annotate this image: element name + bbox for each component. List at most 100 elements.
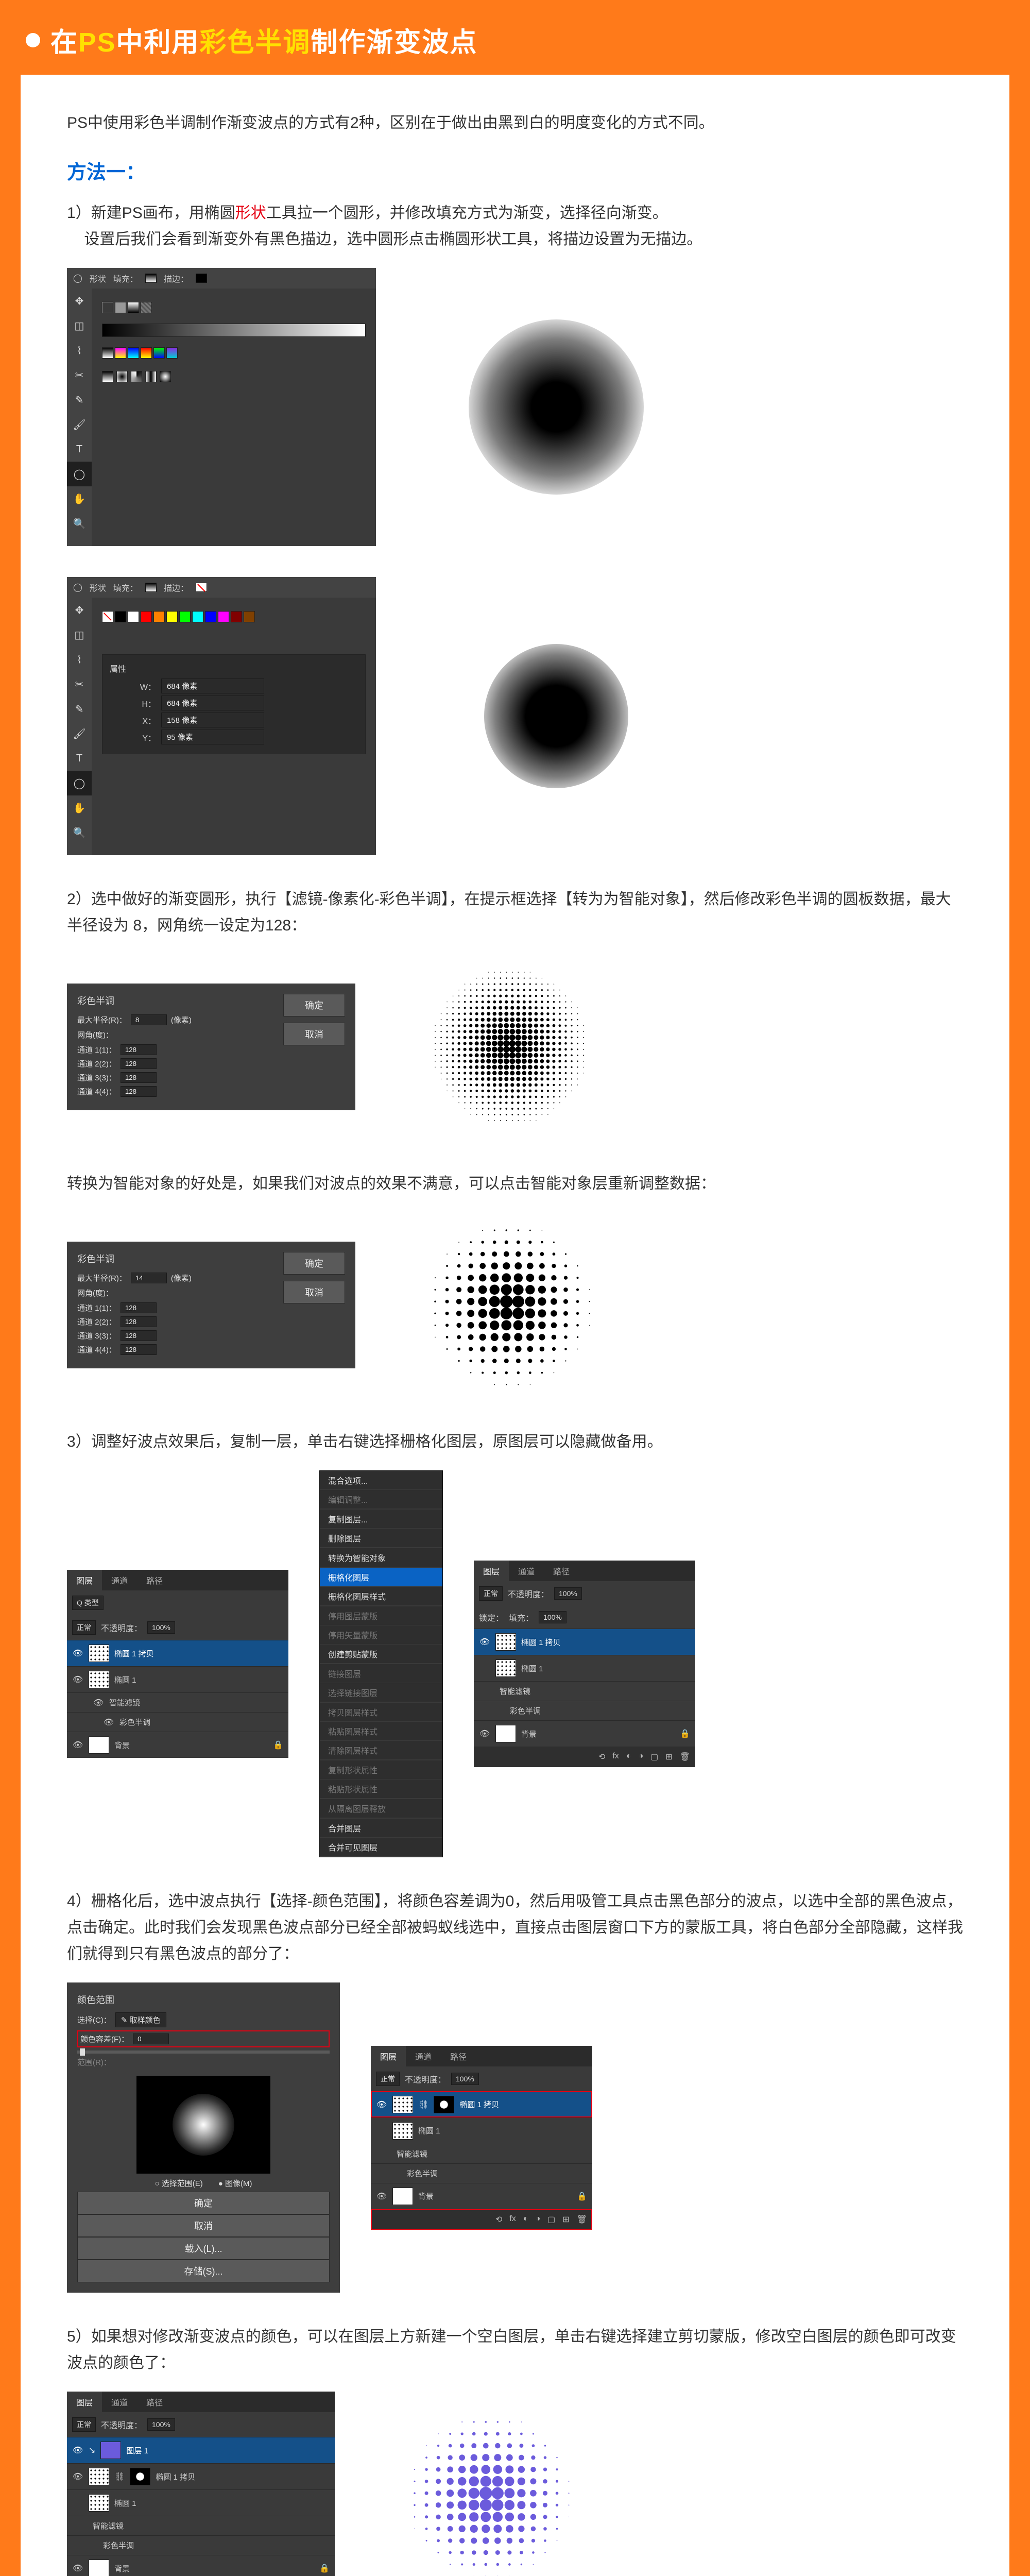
- radio-image[interactable]: ● 图像(M): [218, 2178, 252, 2189]
- channel-input[interactable]: [121, 1058, 157, 1069]
- prop-value[interactable]: 158 像素: [161, 713, 264, 727]
- link-mask-icon[interactable]: ⛓: [418, 2099, 428, 2110]
- cancel-button[interactable]: 取消: [283, 1281, 345, 1303]
- channel-input[interactable]: [121, 1086, 157, 1097]
- layer-item[interactable]: 椭圆 1: [371, 2117, 592, 2144]
- swatch[interactable]: [179, 611, 191, 622]
- adjustment-icon[interactable]: ◑: [535, 2214, 540, 2225]
- swatch[interactable]: [166, 611, 178, 622]
- tab-paths[interactable]: 路径: [544, 1561, 579, 1581]
- layer-filter[interactable]: Q 类型: [72, 1596, 104, 1610]
- ok-button[interactable]: 确定: [283, 1252, 345, 1275]
- channel-input[interactable]: [121, 1316, 157, 1327]
- no-color-icon[interactable]: [102, 611, 113, 622]
- channel-input[interactable]: [121, 1344, 157, 1355]
- type-tool-icon[interactable]: T: [67, 746, 92, 771]
- visibility-icon[interactable]: 👁: [72, 2563, 83, 2573]
- brush-tool-icon[interactable]: 🖌: [67, 412, 92, 437]
- hand-tool-icon[interactable]: ✋: [67, 486, 92, 511]
- prop-value[interactable]: 684 像素: [161, 679, 264, 693]
- hand-tool-icon[interactable]: ✋: [67, 795, 92, 820]
- fuzziness-slider[interactable]: [77, 2050, 330, 2054]
- layer-item[interactable]: 👁 背景 🔒: [371, 2183, 592, 2209]
- visibility-icon[interactable]: 👁: [376, 2191, 387, 2201]
- layer-item[interactable]: 👁 背景 🔒: [67, 2555, 335, 2576]
- smart-filters-item[interactable]: 👁 智能滤镜: [67, 1692, 288, 1712]
- visibility-icon[interactable]: 👁: [479, 1637, 490, 1647]
- swatch[interactable]: [231, 611, 242, 622]
- swatch[interactable]: [244, 611, 255, 622]
- radio-selection[interactable]: ○ 选择范围(E): [155, 2178, 203, 2189]
- delete-icon[interactable]: 🗑: [680, 1752, 690, 1762]
- lasso-tool-icon[interactable]: ⌇: [67, 647, 92, 672]
- layer-item[interactable]: 椭圆 1: [67, 2489, 335, 2516]
- filter-entry[interactable]: 彩色半调: [371, 2163, 592, 2183]
- gradient-preset[interactable]: [102, 347, 113, 359]
- ellipse-tool-icon[interactable]: ◯: [73, 582, 82, 592]
- link-mask-icon[interactable]: ⛓: [114, 2471, 125, 2482]
- layer-item[interactable]: 👁 背景 🔒: [474, 1720, 695, 1747]
- brush-tool-icon[interactable]: 🖌: [67, 721, 92, 746]
- marquee-tool-icon[interactable]: ◫: [67, 313, 92, 338]
- smart-filters-item[interactable]: 智能滤镜: [474, 1681, 695, 1701]
- gradient-preset[interactable]: [166, 347, 178, 359]
- tab-channels[interactable]: 通道: [509, 1561, 544, 1581]
- group-icon[interactable]: ▢: [547, 2214, 555, 2225]
- blend-mode-select[interactable]: 正常: [376, 2072, 400, 2086]
- zoom-tool-icon[interactable]: 🔍: [67, 511, 92, 536]
- menu-item-rasterize[interactable]: 栅格化图层: [320, 1568, 442, 1587]
- fill-swatch[interactable]: [145, 274, 157, 283]
- no-fill-icon[interactable]: [102, 302, 113, 313]
- solid-fill-icon[interactable]: [115, 302, 126, 313]
- cancel-button[interactable]: 取消: [283, 1023, 345, 1045]
- swatch[interactable]: [141, 611, 152, 622]
- tab-channels[interactable]: 通道: [102, 1570, 137, 1590]
- marquee-tool-icon[interactable]: ◫: [67, 622, 92, 647]
- gradient-fill-icon[interactable]: [128, 302, 139, 313]
- gradient-bar[interactable]: [102, 324, 366, 337]
- fx-icon[interactable]: fx: [509, 2214, 516, 2225]
- layer-item[interactable]: 👁 椭圆 1: [67, 1666, 288, 1692]
- layer-item-clip[interactable]: 👁 ↘ 图层 1: [67, 2437, 335, 2463]
- gradient-preset[interactable]: [141, 347, 152, 359]
- swatch[interactable]: [218, 611, 229, 622]
- angle-gradient-icon[interactable]: [131, 371, 142, 382]
- swatch[interactable]: [192, 611, 203, 622]
- blend-mode-select[interactable]: 正常: [72, 2417, 96, 2432]
- opacity-value[interactable]: 100%: [451, 2073, 479, 2085]
- tab-channels[interactable]: 通道: [102, 2392, 137, 2412]
- gradient-preset[interactable]: [153, 347, 165, 359]
- add-mask-icon[interactable]: ◐: [626, 1752, 631, 1762]
- menu-item[interactable]: 混合选项...: [320, 1471, 442, 1490]
- channel-input[interactable]: [121, 1072, 157, 1083]
- fx-icon[interactable]: fx: [612, 1752, 619, 1762]
- swatch[interactable]: [115, 611, 126, 622]
- tab-channels[interactable]: 通道: [406, 2046, 441, 2066]
- group-icon[interactable]: ▢: [650, 1752, 658, 1762]
- fill-swatch[interactable]: [145, 583, 157, 592]
- visibility-icon[interactable]: 👁: [479, 1728, 490, 1739]
- visibility-icon[interactable]: 👁: [93, 1698, 104, 1708]
- menu-item[interactable]: 转换为智能对象: [320, 1548, 442, 1567]
- layer-mask-thumb[interactable]: [434, 2096, 454, 2113]
- filter-entry[interactable]: 彩色半调: [67, 2535, 335, 2555]
- smart-filters-item[interactable]: 智能滤镜: [371, 2144, 592, 2163]
- layer-item[interactable]: 👁 椭圆 1 拷贝: [474, 1629, 695, 1655]
- filter-entry[interactable]: 👁 彩色半调: [67, 1712, 288, 1732]
- tab-layers[interactable]: 图层: [67, 2392, 102, 2412]
- ok-button[interactable]: 确定: [77, 2192, 330, 2214]
- visibility-icon[interactable]: 👁: [72, 1740, 83, 1750]
- visibility-icon[interactable]: 👁: [72, 2445, 83, 2455]
- layer-item-masked[interactable]: 👁 ⛓ 椭圆 1 拷贝: [371, 2091, 592, 2117]
- layer-item[interactable]: 👁 ⛓ 椭圆 1 拷贝: [67, 2463, 335, 2489]
- radial-gradient-icon[interactable]: [116, 371, 128, 382]
- lasso-tool-icon[interactable]: ⌇: [67, 338, 92, 363]
- menu-item[interactable]: 合并图层: [320, 1819, 442, 1838]
- diamond-gradient-icon[interactable]: [160, 371, 171, 382]
- ok-button[interactable]: 确定: [283, 994, 345, 1016]
- type-tool-icon[interactable]: T: [67, 437, 92, 462]
- cancel-button[interactable]: 取消: [77, 2214, 330, 2237]
- gradient-preset[interactable]: [115, 347, 126, 359]
- tab-layers[interactable]: 图层: [474, 1561, 509, 1581]
- gradient-preset[interactable]: [128, 347, 139, 359]
